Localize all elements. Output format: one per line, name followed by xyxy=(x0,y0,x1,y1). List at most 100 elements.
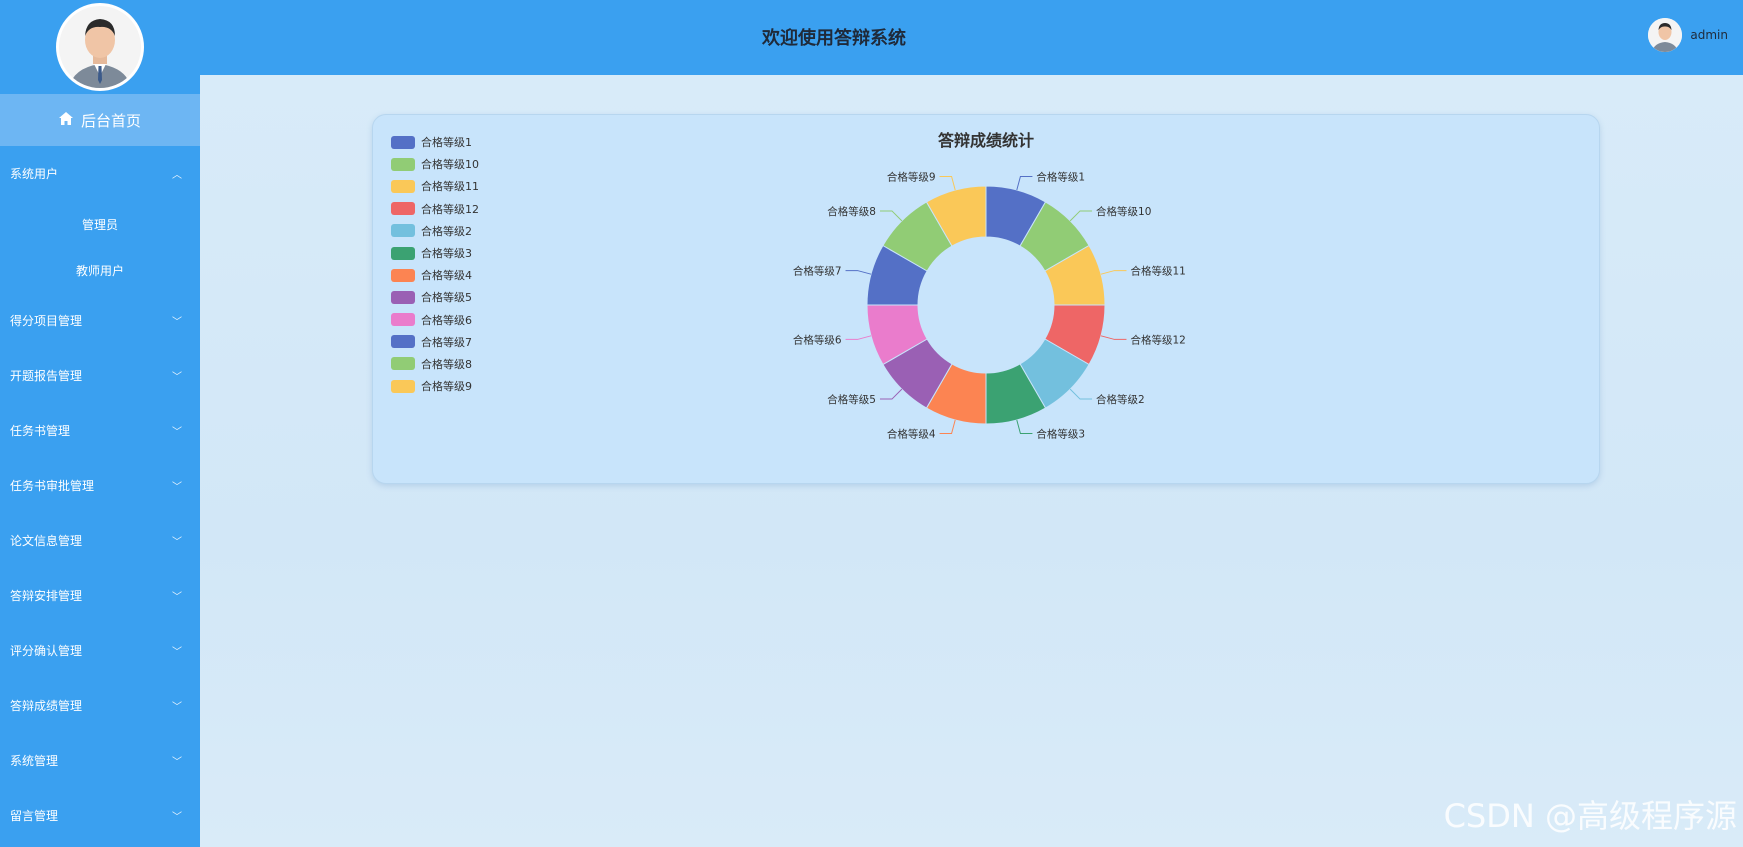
sidebar-group-label: 系统管理 xyxy=(10,754,59,768)
chart-slice-label: 合格等级6 xyxy=(793,333,842,346)
sidebar-group-label: 答辩成绩管理 xyxy=(10,699,83,713)
legend-item[interactable]: 合格等级12 xyxy=(391,198,479,220)
chart-slice-label: 合格等级7 xyxy=(793,265,842,278)
user-menu[interactable]: admin xyxy=(1648,18,1728,52)
sidebar-group-label: 论文信息管理 xyxy=(10,534,83,548)
chart-label-line xyxy=(939,176,956,191)
sidebar-group-task-book-approval[interactable]: 任务书审批管理 ﹀ xyxy=(0,458,200,513)
legend-label: 合格等级1 xyxy=(421,136,472,150)
sidebar-group-label: 开题报告管理 xyxy=(10,369,83,383)
user-name: admin xyxy=(1690,28,1728,42)
chart-slice-label: 合格等级10 xyxy=(1096,205,1151,218)
chart-slice-label: 合格等级8 xyxy=(827,205,876,218)
chevron-down-icon: ﹀ xyxy=(172,537,182,548)
legend-label: 合格等级6 xyxy=(421,313,472,327)
legend-item[interactable]: 合格等级9 xyxy=(391,375,479,397)
main-content: 答辩成绩统计 合格等级1 合格等级10 合格等级11 合格等级12 合格等级2 合格等级3… xyxy=(200,75,1743,847)
sidebar-group-label: 任务书管理 xyxy=(10,424,71,438)
sidebar-item-home[interactable]: 后台首页 xyxy=(0,94,200,146)
sidebar-group-score-confirmation[interactable]: 评分确认管理 ﹀ xyxy=(0,623,200,678)
legend-swatch xyxy=(391,135,415,149)
chart-label-line xyxy=(879,210,903,222)
legend-swatch xyxy=(391,379,415,393)
legend-label: 合格等级5 xyxy=(421,291,472,305)
chevron-down-icon: ﹀ xyxy=(172,647,182,658)
legend-swatch xyxy=(391,357,415,371)
legend-item[interactable]: 合格等级8 xyxy=(391,353,479,375)
user-portrait-icon xyxy=(1648,18,1683,52)
sidebar-group-messages[interactable]: 留言管理 ﹀ xyxy=(0,788,200,843)
sidebar-item-label: 管理员 xyxy=(81,217,118,232)
chart-label-line xyxy=(845,335,872,340)
legend-item[interactable]: 合格等级7 xyxy=(391,331,479,353)
sidebar: 后台首页 系统用户 ︿ 管理员 教师用户 得分项目管理 ﹀ 开题报告管理 ﹀ 任… xyxy=(0,0,200,847)
chart-label-line xyxy=(1016,419,1033,434)
legend-item[interactable]: 合格等级4 xyxy=(391,264,479,286)
legend-item[interactable]: 合格等级10 xyxy=(391,153,479,175)
legend-swatch xyxy=(391,179,415,193)
sidebar-item-label: 教师用户 xyxy=(75,263,124,278)
sidebar-group-label: 留言管理 xyxy=(10,809,59,823)
legend-label: 合格等级3 xyxy=(421,247,472,261)
chevron-down-icon: ﹀ xyxy=(172,812,182,823)
legend-label: 合格等级2 xyxy=(421,224,472,238)
sidebar-item-teacher-users[interactable]: 教师用户 xyxy=(0,247,200,293)
legend-label: 合格等级8 xyxy=(421,357,472,371)
chart-slice-label: 合格等级4 xyxy=(887,427,936,440)
chart-slice-label: 合格等级1 xyxy=(1036,171,1085,184)
sidebar-group-score-items[interactable]: 得分项目管理 ﹀ xyxy=(0,293,200,348)
sidebar-group-system-users[interactable]: 系统用户 ︿ xyxy=(0,146,200,201)
chart-label-line xyxy=(879,388,903,400)
chevron-down-icon: ﹀ xyxy=(172,757,182,768)
sidebar-group-label: 系统用户 xyxy=(10,167,59,181)
legend-swatch xyxy=(391,290,415,304)
chart-label-line xyxy=(1100,270,1127,275)
sidebar-group-defense-grades[interactable]: 答辩成绩管理 ﹀ xyxy=(0,678,200,733)
avatar[interactable] xyxy=(56,3,144,91)
sidebar-group-defense-schedule[interactable]: 答辩安排管理 ﹀ xyxy=(0,568,200,623)
legend-swatch xyxy=(391,268,415,282)
user-avatar[interactable] xyxy=(1648,18,1683,52)
chevron-up-icon: ︿ xyxy=(172,170,182,181)
legend-swatch xyxy=(391,157,415,171)
avatar-portrait-icon xyxy=(59,6,141,88)
chart-title: 答辩成绩统计 xyxy=(938,131,1034,150)
sidebar-item-home-label: 后台首页 xyxy=(80,111,141,130)
legend-swatch xyxy=(391,246,415,260)
chart-label-line xyxy=(1100,335,1127,340)
legend-item[interactable]: 合格等级3 xyxy=(391,242,479,264)
sidebar-avatar-wrap xyxy=(0,0,200,94)
page-title: 欢迎使用答辩系统 xyxy=(762,28,906,49)
sidebar-item-admin[interactable]: 管理员 xyxy=(0,201,200,247)
chart-slice-label: 合格等级3 xyxy=(1036,427,1085,440)
home-icon xyxy=(58,111,73,129)
legend-item[interactable]: 合格等级1 xyxy=(391,131,479,153)
legend-label: 合格等级9 xyxy=(421,380,472,394)
chevron-down-icon: ﹀ xyxy=(172,317,182,328)
legend-swatch xyxy=(391,202,415,216)
chart-legend: 合格等级1 合格等级10 合格等级11 合格等级12 合格等级2 合格等级3 合格等级4 合格… xyxy=(391,131,479,397)
sidebar-group-task-books[interactable]: 任务书管理 ﹀ xyxy=(0,403,200,458)
chart-slice-label: 合格等级9 xyxy=(887,171,936,184)
sidebar-group-label: 答辩安排管理 xyxy=(10,589,83,603)
donut-chart: 答辩成绩统计 合格等级1 合格等级10 合格等级11 合格等级12 合格等级2 合格等级3… xyxy=(793,131,1186,440)
legend-label: 合格等级4 xyxy=(421,269,472,283)
chart-slices xyxy=(866,185,1106,425)
top-header: 欢迎使用答辩系统 admin xyxy=(200,0,1743,76)
sidebar-group-system-management[interactable]: 系统管理 ﹀ xyxy=(0,733,200,788)
legend-item[interactable]: 合格等级5 xyxy=(391,286,479,308)
legend-item[interactable]: 合格等级6 xyxy=(391,309,479,331)
chart-slice-label: 合格等级2 xyxy=(1096,393,1145,406)
chevron-down-icon: ﹀ xyxy=(172,482,182,493)
sidebar-group-thesis-info[interactable]: 论文信息管理 ﹀ xyxy=(0,513,200,568)
chart-label-line xyxy=(939,419,956,434)
sidebar-group-proposal-reports[interactable]: 开题报告管理 ﹀ xyxy=(0,348,200,403)
chart-slice-label: 合格等级5 xyxy=(827,393,876,406)
legend-swatch xyxy=(391,224,415,238)
legend-item[interactable]: 合格等级2 xyxy=(391,220,479,242)
chart-slice-label: 合格等级12 xyxy=(1130,333,1185,346)
legend-label: 合格等级11 xyxy=(421,180,479,194)
chart-label-line xyxy=(1069,388,1093,400)
sidebar-group-label: 任务书审批管理 xyxy=(10,479,95,493)
legend-item[interactable]: 合格等级11 xyxy=(391,175,479,197)
